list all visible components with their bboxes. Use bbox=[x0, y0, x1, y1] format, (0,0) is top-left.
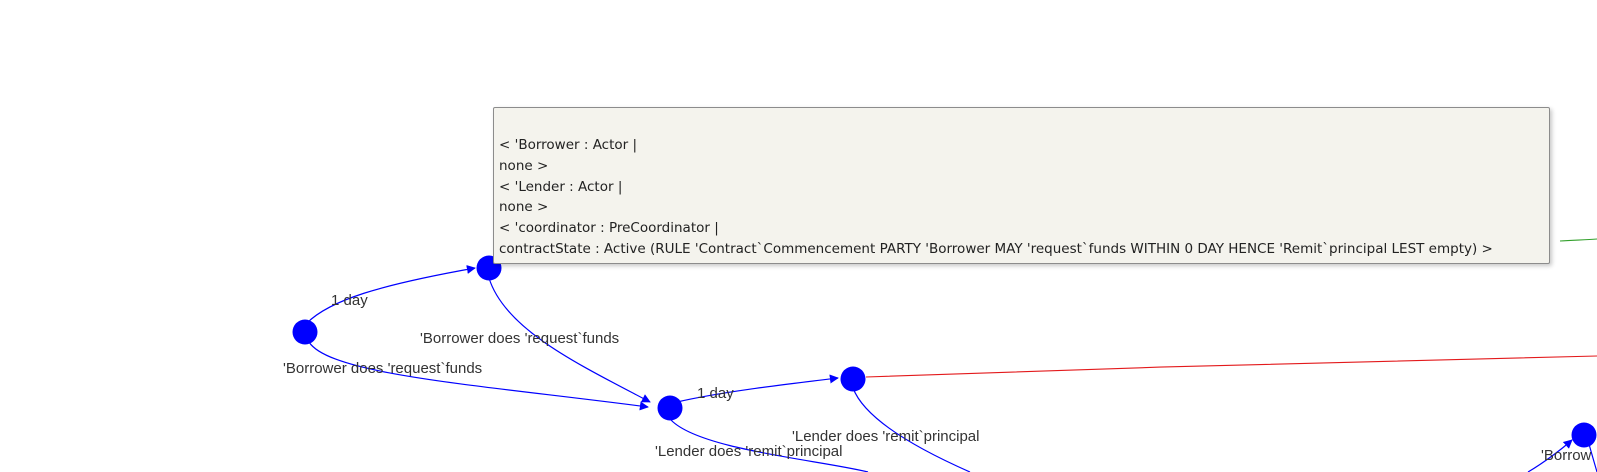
state-node-1[interactable] bbox=[292, 319, 318, 345]
edge-label-n4-bottom: 'Lender does 'remit`principal bbox=[792, 428, 980, 445]
state-node-3[interactable] bbox=[657, 395, 683, 421]
tooltip-line-borrower-value: none > bbox=[499, 157, 549, 174]
edge-label-n3-bottom: 'Lender does 'remit`principal bbox=[655, 443, 843, 460]
tooltip-line-lender-value: none > bbox=[499, 199, 549, 216]
node-state-tooltip: < 'Borrower : Actor | none > < 'Lender :… bbox=[493, 107, 1550, 264]
state-node-4[interactable] bbox=[840, 366, 866, 392]
edge-label-n1-n3: 'Borrower does 'request`funds bbox=[283, 360, 482, 377]
tooltip-line-coordinator: < 'coordinator : PreCoordinator | bbox=[499, 220, 719, 237]
edge-label-n2-n3: 'Borrower does 'request`funds bbox=[420, 330, 619, 347]
state-node-5[interactable] bbox=[1571, 422, 1597, 448]
tooltip-line-lender: < 'Lender : Actor | bbox=[499, 178, 623, 195]
edge-label-n5-partial: 'Borrow bbox=[1541, 447, 1592, 464]
edge-green-partial[interactable] bbox=[1559, 238, 1597, 242]
edge-label-n3-n4: 1 day bbox=[697, 385, 734, 402]
tooltip-line-contract-state: contractState : Active (RULE 'Contract`C… bbox=[499, 240, 1493, 257]
state-graph-canvas[interactable]: 1 day 'Borrower does 'request`funds 'Bor… bbox=[0, 0, 1597, 472]
tooltip-line-borrower: < 'Borrower : Actor | bbox=[499, 137, 638, 153]
edge-label-n1-n2: 1 day bbox=[331, 292, 368, 309]
edge-n4-red[interactable] bbox=[865, 355, 1597, 378]
